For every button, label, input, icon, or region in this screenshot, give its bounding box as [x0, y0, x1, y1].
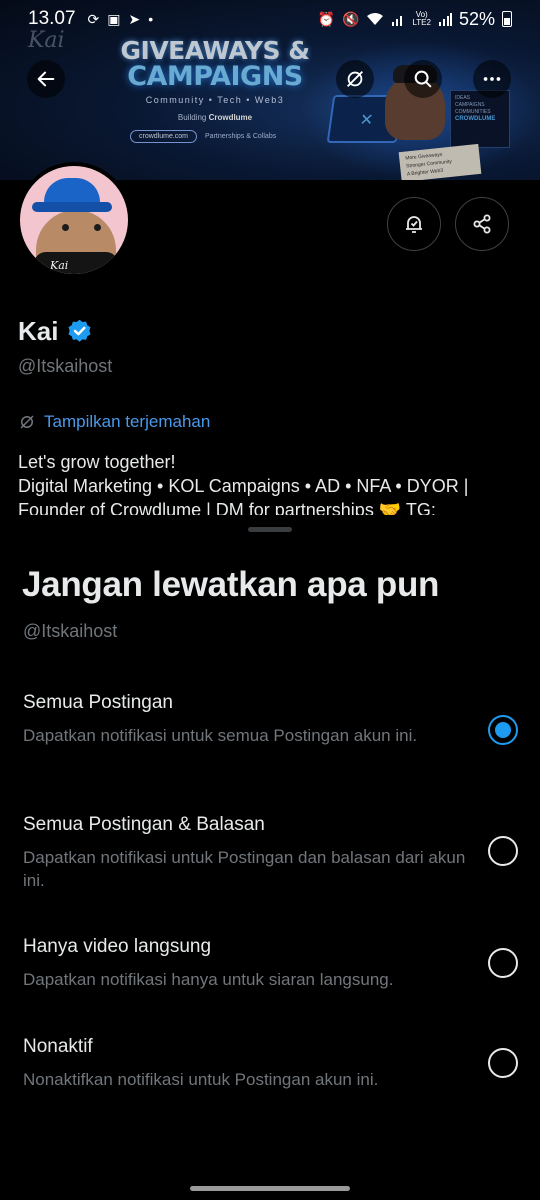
option-description: Dapatkan notifikasi untuk Postingan dan … [23, 848, 466, 890]
search-button[interactable] [404, 60, 442, 98]
option-description: Dapatkan notifikasi hanya untuk siaran l… [23, 970, 394, 989]
profile-bio: Let's grow together! Digital Marketing •… [18, 450, 528, 522]
option-title: Hanya video langsung [23, 936, 212, 957]
more-icon [483, 77, 501, 81]
show-translation-label: Tampilkan terjemahan [44, 412, 211, 431]
avatar[interactable]: Kai [16, 162, 132, 278]
sheet-drag-handle[interactable] [248, 527, 292, 532]
option-title: Semua Postingan & Balasan [23, 814, 265, 835]
share-button[interactable] [455, 197, 509, 251]
avatar-text: Kai [50, 259, 69, 272]
radio-all-posts[interactable] [488, 715, 518, 745]
notification-settings-sheet: Jangan lewatkan apa pun @Itskaihost Semu… [0, 515, 540, 1200]
network-type: Vo) LTE2 [412, 10, 431, 27]
option-all-posts[interactable]: Semua Postingan Dapatkan notifikasi untu… [0, 692, 540, 772]
dot-icon: • [148, 11, 154, 27]
show-translation-link[interactable]: Tampilkan terjemahan [18, 412, 210, 432]
option-live-video-only[interactable]: Hanya video langsung Dapatkan notifikasi… [0, 936, 540, 996]
translate-button[interactable] [336, 60, 374, 98]
sheet-title: Jangan lewatkan apa pun [22, 565, 440, 604]
notification-bell-button[interactable] [387, 197, 441, 251]
avatar-eye [62, 224, 69, 231]
sheet-subtitle: @Itskaihost [23, 621, 118, 641]
back-button[interactable] [27, 60, 65, 98]
share-icon [473, 214, 491, 234]
option-all-posts-replies[interactable]: Semua Postingan & Balasan Dapatkan notif… [0, 814, 540, 894]
radio-live-video-only[interactable] [488, 948, 518, 978]
display-name: Kai [18, 316, 59, 346]
home-indicator[interactable] [190, 1186, 350, 1191]
signal-icon [392, 16, 403, 26]
verified-badge-icon [66, 318, 93, 345]
bell-check-icon [406, 216, 422, 233]
battery-icon [502, 11, 512, 27]
status-time: 13.07 [28, 8, 76, 29]
radio-off[interactable] [488, 1048, 518, 1078]
translate-icon [347, 71, 363, 87]
radio-all-posts-replies[interactable] [488, 836, 518, 866]
telegram-icon: ➤ [128, 10, 141, 27]
mute-icon: 🔇 [342, 10, 360, 27]
avatar-eye [94, 224, 101, 231]
name-row: Kai [18, 316, 93, 347]
alarm-icon: ⏰ [317, 10, 335, 27]
option-description: Nonaktifkan notifikasi untuk Postingan a… [23, 1070, 379, 1089]
signal-icon-2 [438, 13, 452, 26]
battery-percent: 52% [458, 8, 495, 29]
status-right-group: ⏰ 🔇 Vo) LTE2 52% [318, 9, 512, 30]
option-title: Semua Postingan [23, 692, 173, 713]
wifi-icon [367, 13, 384, 25]
profile-handle: @Itskaihost [18, 356, 113, 376]
data-saver-icon: ⟳ [87, 10, 100, 27]
bio-line: Digital Marketing • KOL Campaigns • AD •… [18, 476, 469, 496]
gallery-icon: ▣ [107, 10, 121, 27]
status-bar: 13.07 ⟳ ▣ ➤ • ⏰ 🔇 Vo) LTE2 52% [0, 0, 540, 38]
more-button[interactable] [473, 60, 511, 98]
avatar-hat-brim [32, 202, 112, 212]
option-description: Dapatkan notifikasi untuk semua Postinga… [23, 726, 418, 745]
back-arrow-icon [37, 71, 55, 87]
translate-icon [20, 415, 34, 429]
avatar-shirt [34, 252, 118, 274]
avatar-image: Kai [20, 166, 128, 274]
search-icon [414, 70, 432, 88]
bio-line: Let's grow together! [18, 452, 176, 472]
option-title: Nonaktif [23, 1036, 93, 1057]
option-off[interactable]: Nonaktif Nonaktifkan notifikasi untuk Po… [0, 1036, 540, 1096]
